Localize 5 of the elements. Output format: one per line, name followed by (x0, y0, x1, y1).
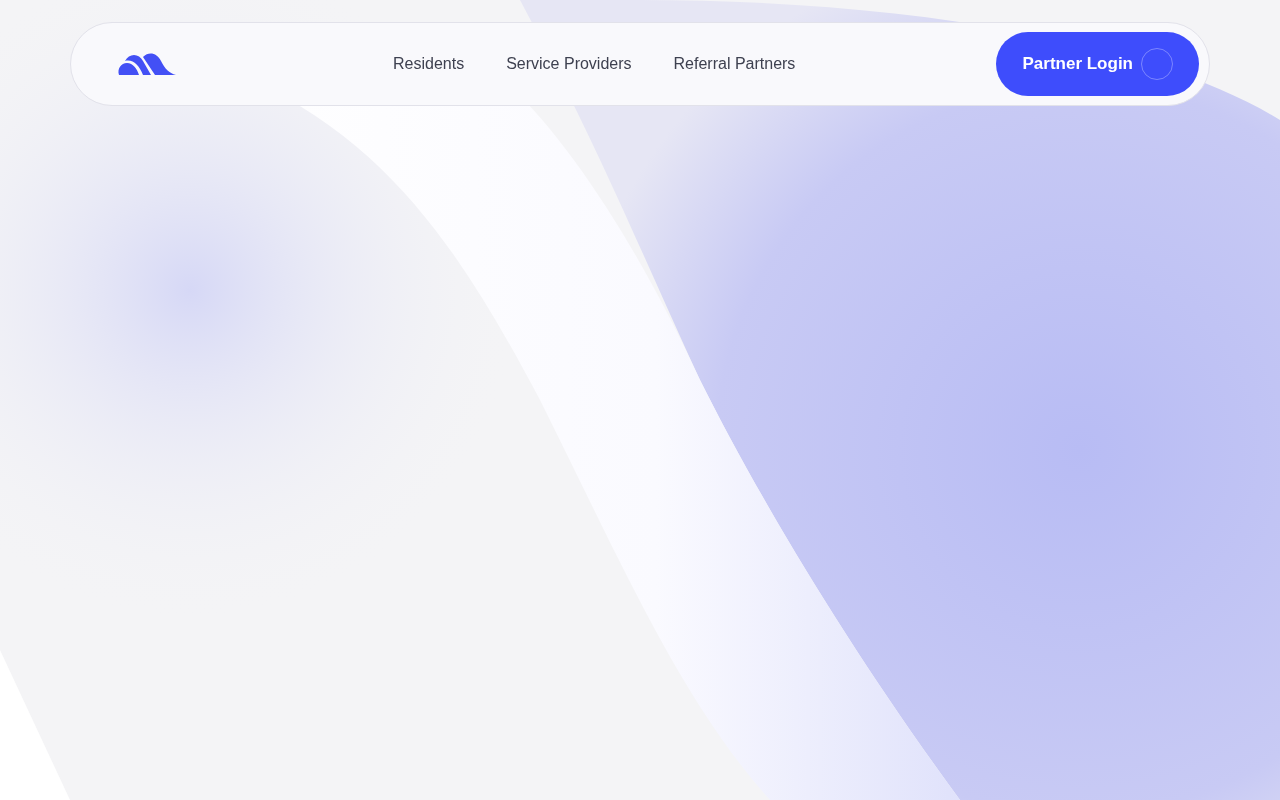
nav-link[interactable]: Residents (377, 52, 481, 76)
logo-icon (117, 51, 177, 77)
nav-link[interactable]: Referral Partners (657, 52, 812, 76)
nav-link[interactable]: Service Providers (490, 52, 648, 76)
partner-login-button[interactable]: Partner Login (996, 32, 1199, 96)
